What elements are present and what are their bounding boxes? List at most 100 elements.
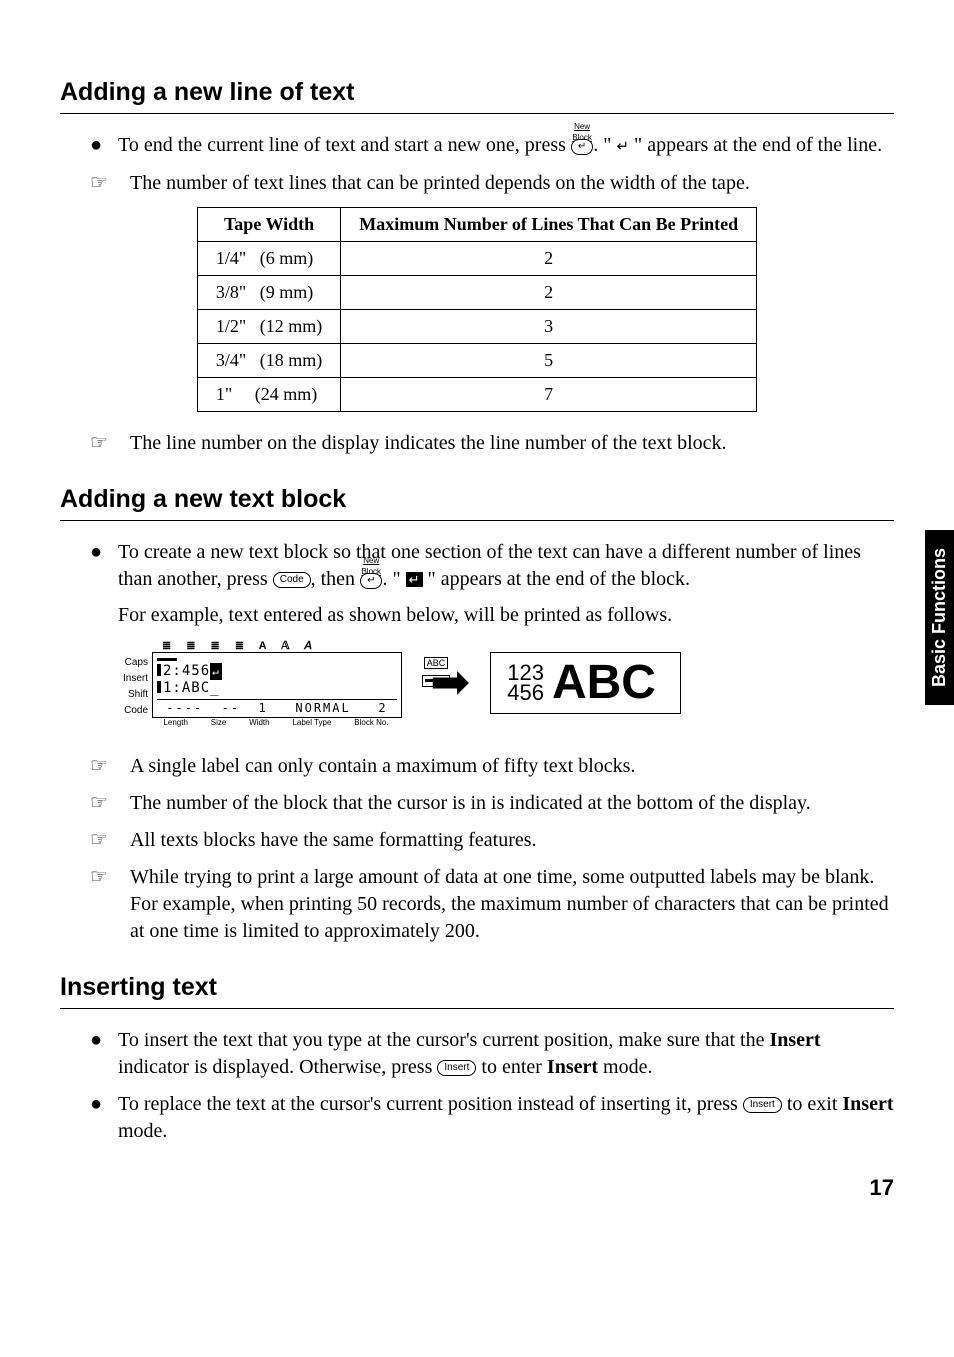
text: To insert the text that you type at the … — [118, 1029, 769, 1051]
printed-output: 123 456 ABC — [490, 652, 681, 714]
table-row: 1" (24 mm)7 — [197, 377, 756, 411]
note-item: ☞While trying to print a large amount of… — [90, 864, 894, 945]
side-tab: Basic Functions — [925, 530, 954, 705]
page-number: 17 — [60, 1175, 894, 1201]
cell-lines: 2 — [341, 241, 757, 275]
note-text: A single label can only contain a maximu… — [130, 753, 894, 780]
cell-lines: 3 — [341, 309, 757, 343]
tape-box-icon — [422, 675, 450, 687]
abc-box-icon: ABC — [424, 657, 449, 669]
lcd-caption: Size — [211, 718, 227, 727]
newblock-key: New Block ↵ — [571, 133, 593, 160]
table-row: 3/4" (18 mm)5 — [197, 343, 756, 377]
lcd-top-icons: ≣ ≣ ≣ ≣ A 𝔸 𝘈 — [110, 639, 410, 652]
note-marker-icon: ☞ — [90, 790, 130, 817]
cell-width: 3/8" (9 mm) — [197, 275, 340, 309]
bold-insert: Insert — [842, 1093, 893, 1115]
newblock-key: New Block ↵ — [360, 567, 382, 594]
insert-key-icon: Insert — [743, 1097, 782, 1113]
text: " appears at the end of the line. — [629, 134, 882, 156]
text: , then — [311, 568, 360, 590]
bullet-content: To end the current line of text and star… — [118, 132, 894, 160]
lcd-body: 2:456↵ 1:ABC_ ---- -- 1 NORMAL 2 — [152, 652, 402, 718]
text: For example, text entered as shown below… — [118, 604, 672, 626]
lcd-line: 1:ABC_ — [157, 680, 397, 697]
code-key-icon: Code — [273, 572, 311, 588]
text: To replace the text at the cursor's curr… — [118, 1093, 743, 1115]
note-line-number: ☞ The line number on the display indicat… — [90, 430, 894, 457]
lcd-right-icons: ABC — [422, 657, 450, 689]
bullet-marker: ● — [90, 132, 118, 160]
note-marker-icon: ☞ — [90, 753, 130, 780]
note-marker-icon: ☞ — [90, 170, 130, 197]
table-row: 3/8" (9 mm)2 — [197, 275, 756, 309]
lcd-label: Insert — [110, 671, 148, 687]
lcd-caption: Label Type — [292, 718, 331, 727]
note-text: The number of text lines that can be pri… — [130, 170, 894, 197]
cell-width: 1/2" (12 mm) — [197, 309, 340, 343]
th-tape-width: Tape Width — [197, 207, 340, 241]
printed-abc: ABC — [552, 659, 656, 707]
note-text: The line number on the display indicates… — [130, 430, 894, 457]
bold-insert: Insert — [547, 1056, 598, 1078]
lcd-label: Caps — [110, 655, 148, 671]
note-line-count: ☞ The number of text lines that can be p… — [90, 170, 894, 197]
bullet-new-block: ● To create a new text block so that one… — [90, 539, 894, 629]
note-marker-icon: ☞ — [90, 430, 130, 457]
printed-line: 456 — [507, 683, 544, 703]
printed-col1: 123 456 — [507, 663, 544, 703]
table-row: 1/2" (12 mm)3 — [197, 309, 756, 343]
bullet-content: To create a new text block so that one s… — [118, 539, 894, 629]
lcd-caption: Width — [249, 718, 269, 727]
note-text: While trying to print a large amount of … — [130, 864, 894, 945]
insert-key-icon: Insert — [437, 1060, 476, 1076]
text: To end the current line of text and star… — [118, 134, 571, 156]
lcd-caption: Block No. — [354, 718, 388, 727]
heading-inserting: Inserting text — [60, 973, 894, 1009]
return-box-icon: ↵ — [406, 572, 423, 587]
note-text: All texts blocks have the same formattin… — [130, 827, 894, 854]
cell-lines: 5 — [341, 343, 757, 377]
text: . " — [593, 134, 616, 156]
text: to exit — [782, 1093, 843, 1115]
bullet-new-line: ● To end the current line of text and st… — [90, 132, 894, 160]
cell-width: 1/4" (6 mm) — [197, 241, 340, 275]
note-item: ☞All texts blocks have the same formatti… — [90, 827, 894, 854]
heading-new-line: Adding a new line of text — [60, 78, 894, 114]
lcd-diagram: Caps Insert Shift Code ≣ ≣ ≣ ≣ A 𝔸 𝘈 2:4… — [110, 639, 410, 727]
bullet-marker: ● — [90, 539, 118, 629]
return-key-icon: ↵ — [571, 139, 593, 155]
text: . " — [382, 568, 405, 590]
bullet-insert-enter: ● To insert the text that you type at th… — [90, 1027, 894, 1081]
cell-lines: 2 — [341, 275, 757, 309]
bullet-content: To insert the text that you type at the … — [118, 1027, 894, 1081]
lcd-caption: Length — [163, 718, 187, 727]
lcd-label: Shift — [110, 687, 148, 703]
text: mode. — [598, 1056, 652, 1078]
note-marker-icon: ☞ — [90, 827, 130, 854]
table-row: 1/4" (6 mm)2 — [197, 241, 756, 275]
heading-new-block: Adding a new text block — [60, 485, 894, 521]
return-glyph-icon: ↵ — [616, 138, 629, 155]
note-item: ☞The number of the block that the cursor… — [90, 790, 894, 817]
bullet-content: To replace the text at the cursor's curr… — [118, 1091, 894, 1145]
note-item: ☞A single label can only contain a maxim… — [90, 753, 894, 780]
lcd-status: ---- -- 1 NORMAL 2 — [157, 699, 397, 715]
bullet-marker: ● — [90, 1027, 118, 1081]
note-marker-icon: ☞ — [90, 864, 130, 945]
cell-width: 3/4" (18 mm) — [197, 343, 340, 377]
text: mode. — [118, 1120, 167, 1142]
lcd-label: Code — [110, 703, 148, 719]
bullet-marker: ● — [90, 1091, 118, 1145]
bold-insert: Insert — [769, 1029, 820, 1051]
cell-width: 1" (24 mm) — [197, 377, 340, 411]
lcd-bottom-labels: Length Size Width Label Type Block No. — [152, 718, 400, 727]
bullet-insert-exit: ● To replace the text at the cursor's cu… — [90, 1091, 894, 1145]
note-text: The number of the block that the cursor … — [130, 790, 894, 817]
return-key-icon: ↵ — [360, 573, 382, 589]
text: " appears at the end of the block. — [423, 568, 691, 590]
example-row: Caps Insert Shift Code ≣ ≣ ≣ ≣ A 𝔸 𝘈 2:4… — [110, 639, 894, 727]
text: indicator is displayed. Otherwise, press — [118, 1056, 437, 1078]
lcd-line: 2:456↵ — [157, 663, 397, 680]
th-max-lines: Maximum Number of Lines That Can Be Prin… — [341, 207, 757, 241]
